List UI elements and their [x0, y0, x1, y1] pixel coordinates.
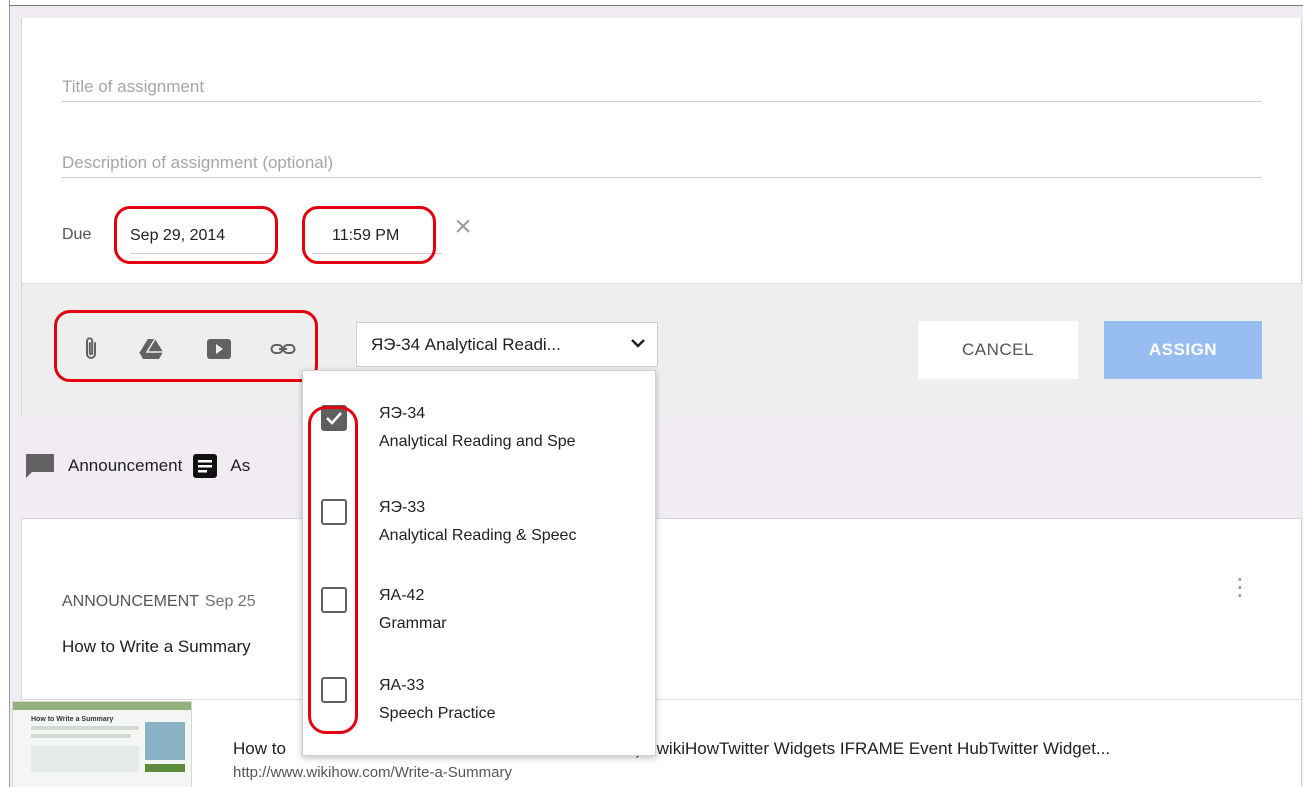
- class-option[interactable]: ЯЭ-34 Analytical Reading and Spe: [303, 371, 655, 461]
- post-date: Sep 25: [204, 593, 256, 610]
- checkbox-icon[interactable]: [321, 587, 347, 613]
- due-time-value: 11:59 PM: [332, 227, 400, 244]
- cancel-button[interactable]: CANCEL: [918, 321, 1078, 379]
- description-field[interactable]: [62, 148, 1262, 178]
- drive-icon[interactable]: [138, 336, 164, 362]
- due-time-field[interactable]: 11:59 PM: [312, 218, 442, 254]
- assign-button[interactable]: ASSIGN: [1104, 321, 1262, 379]
- due-label: Due: [62, 226, 92, 243]
- assignment-icon: [192, 453, 218, 479]
- checkbox-icon[interactable]: [321, 677, 347, 703]
- paperclip-icon[interactable]: [78, 336, 104, 362]
- class-code: ЯА-42: [379, 587, 425, 604]
- assignment-composer: Due Sep 29, 2014 11:59 PM × ЯЭ-34 Analyt…: [21, 18, 1303, 418]
- top-border: [0, 0, 1303, 6]
- link-icon[interactable]: [270, 336, 296, 362]
- link-thumbnail[interactable]: How to Write a Summary: [12, 701, 192, 787]
- link-title-end: es) - wikiHowTwitter Widgets IFRAME Even…: [617, 739, 1111, 758]
- title-field[interactable]: [62, 72, 1262, 102]
- class-select[interactable]: ЯЭ-34 Analytical Readi...: [356, 322, 658, 367]
- post-type-row: Announcement As: [24, 452, 260, 480]
- due-date-field[interactable]: Sep 29, 2014: [130, 218, 278, 254]
- class-name: Speech Practice: [379, 705, 496, 722]
- checkbox-checked-icon[interactable]: [321, 405, 347, 431]
- comment-icon: [24, 452, 56, 480]
- checkbox-icon[interactable]: [321, 499, 347, 525]
- more-vert-icon[interactable]: ⋮: [1228, 576, 1252, 613]
- announcement-label: Announcement: [68, 456, 183, 475]
- class-option[interactable]: ЯА-42 Grammar: [303, 553, 655, 643]
- announcement-option[interactable]: Announcement: [24, 452, 182, 480]
- class-dropdown-menu: ЯЭ-34 Analytical Reading and Spe ЯЭ-33 A…: [302, 370, 656, 756]
- assignment-label: As: [230, 456, 251, 475]
- class-name: Analytical Reading & Speec: [379, 527, 577, 544]
- class-name: Grammar: [379, 615, 447, 632]
- description-input[interactable]: [62, 148, 1262, 177]
- stream-post: ANNOUNCEMENT Sep 25 How to Write a Summar…: [12, 518, 1303, 787]
- class-option[interactable]: ЯЭ-33 Analytical Reading & Speec: [303, 465, 655, 555]
- class-code: ЯЭ-34: [379, 405, 426, 422]
- class-option[interactable]: ЯА-33 Speech Practice: [303, 643, 655, 733]
- post-title: How to Write a Summary: [62, 637, 251, 656]
- youtube-icon[interactable]: [206, 336, 232, 362]
- title-input[interactable]: [62, 72, 1262, 101]
- link-url[interactable]: http://www.wikihow.com/Write-a-Summary: [233, 764, 512, 781]
- post-type-label: ANNOUNCEMENT: [62, 593, 199, 610]
- class-name: Analytical Reading and Spe: [379, 433, 576, 450]
- class-select-value: ЯЭ-34 Analytical Readi...: [371, 335, 561, 354]
- clear-due-icon[interactable]: ×: [450, 212, 476, 242]
- due-date-value: Sep 29, 2014: [130, 227, 226, 244]
- class-code: ЯЭ-33: [379, 499, 426, 516]
- assignment-option[interactable]: As: [192, 453, 250, 479]
- class-code: ЯА-33: [379, 677, 425, 694]
- left-border: [0, 0, 10, 787]
- post-header: ANNOUNCEMENT Sep 25: [62, 593, 256, 611]
- link-title-start: How to: [233, 739, 286, 758]
- post-divider: [22, 699, 1303, 700]
